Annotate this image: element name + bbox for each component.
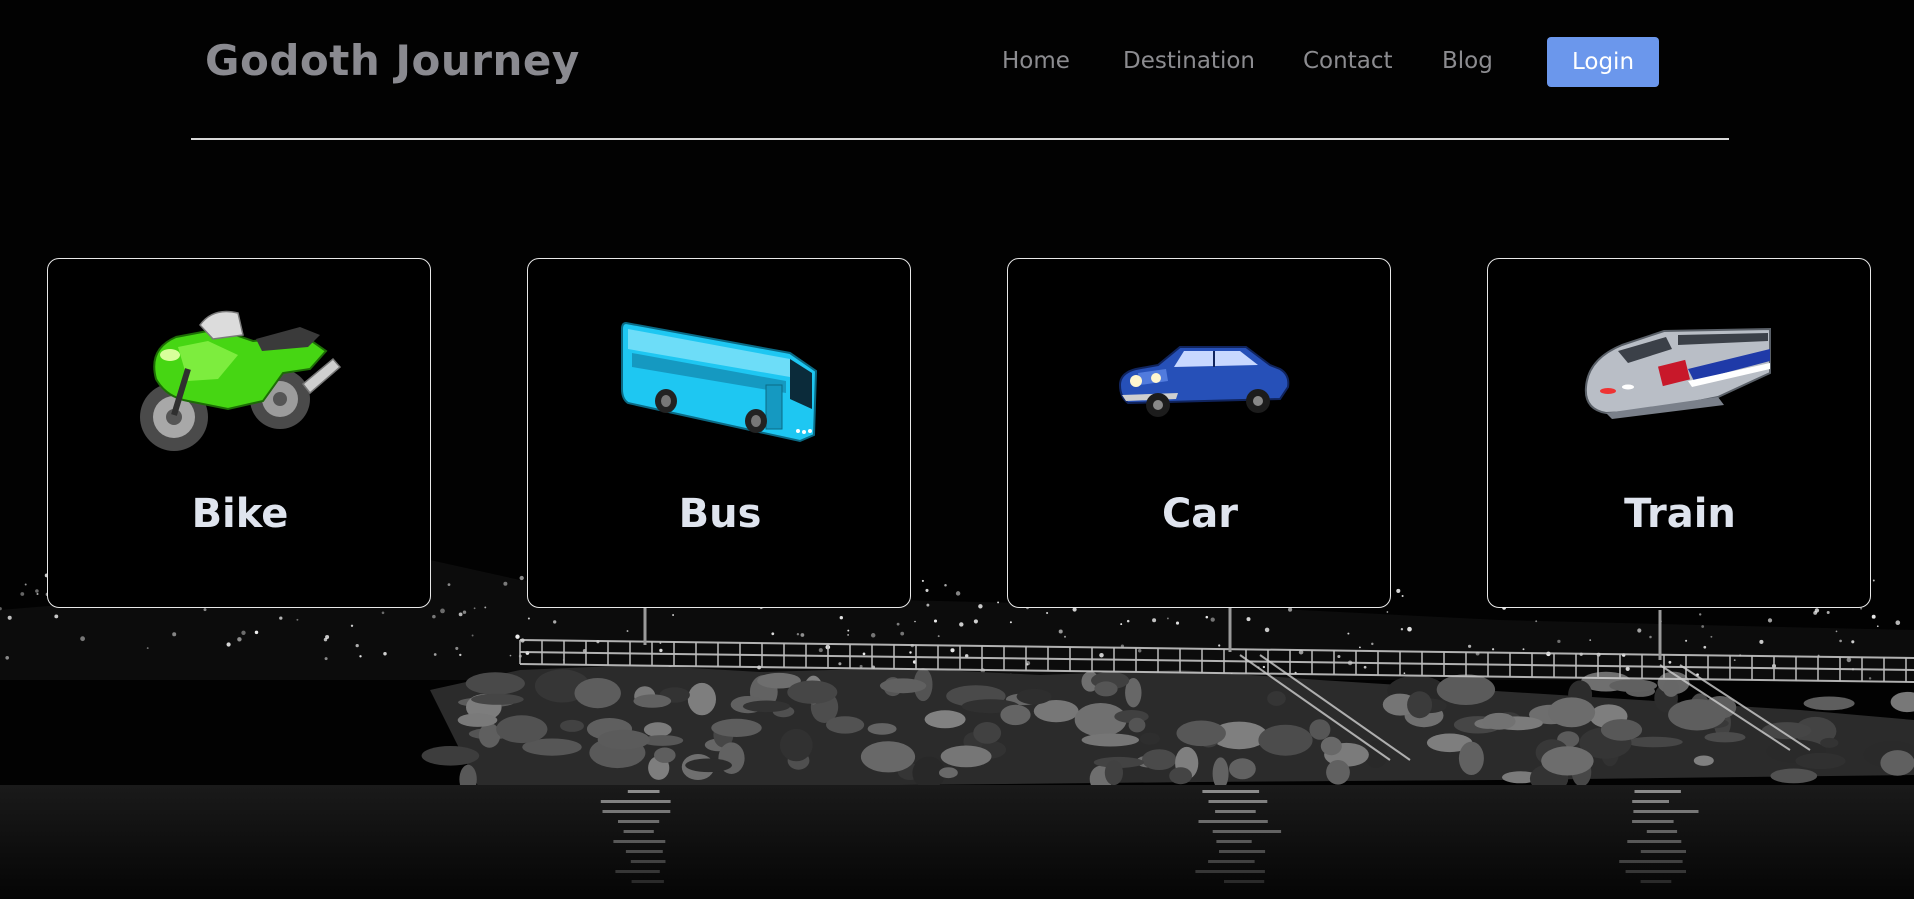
header-divider bbox=[191, 138, 1729, 140]
login-button[interactable]: Login bbox=[1547, 37, 1659, 87]
bus-icon bbox=[621, 321, 818, 443]
nav-blog-link[interactable]: Blog bbox=[1442, 48, 1493, 74]
card-label-train: Train bbox=[1624, 491, 1736, 537]
nav-contact-link[interactable]: Contact bbox=[1303, 48, 1392, 74]
page: Godoth Journey Home Destination Contact … bbox=[0, 0, 1914, 899]
card-label-bus: Bus bbox=[678, 491, 762, 537]
transport-card-car[interactable]: Car bbox=[1007, 258, 1391, 608]
transport-card-bus[interactable]: Bus bbox=[527, 258, 911, 608]
train-icon bbox=[1584, 327, 1771, 419]
transport-card-bike[interactable]: Bike bbox=[47, 258, 431, 608]
car-icon bbox=[1118, 346, 1290, 417]
card-label-car: Car bbox=[1161, 491, 1239, 537]
motorcycle-icon bbox=[140, 310, 342, 451]
card-label-bike: Bike bbox=[191, 491, 289, 537]
transport-card-train[interactable]: Train bbox=[1487, 258, 1871, 608]
nav-home-link[interactable]: Home bbox=[1002, 48, 1070, 74]
nav-destination-link[interactable]: Destination bbox=[1123, 48, 1255, 74]
